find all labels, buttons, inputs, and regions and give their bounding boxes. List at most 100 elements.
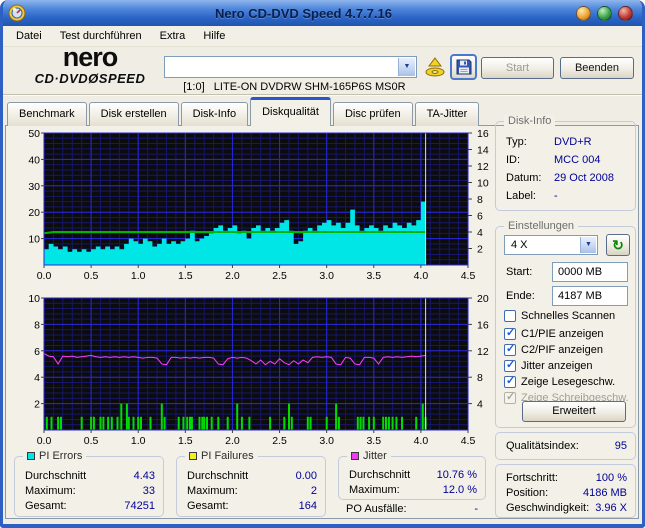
- svg-text:16: 16: [477, 319, 489, 331]
- svg-text:14: 14: [477, 145, 489, 157]
- svg-text:0.0: 0.0: [37, 270, 52, 282]
- quality-index-value: 95: [614, 440, 627, 452]
- svg-text:2: 2: [34, 399, 40, 411]
- minimize-button[interactable]: [576, 5, 591, 21]
- chevron-down-icon[interactable]: ▼: [580, 237, 596, 253]
- ende-mb-input[interactable]: 4187 MB: [552, 286, 628, 306]
- pi-errors-chart: 10 20 30 40 50 2 4 6 8 10 12 14 16 0.0 0.5 1.0 1.5 2.0 2.5…: [28, 128, 489, 282]
- checkbox-schnelles-scannen[interactable]: ✓ Schnelles Scannen: [504, 309, 615, 323]
- drive-select-value: [1:0] LITE-ON DVDRW SHM-165P6S MS0R: [183, 81, 406, 93]
- save-icon: [456, 59, 471, 75]
- pif-jitter-chart: 2 4 6 8 10 4 8 12 16 20 0.0 0.5 1.0 1.5 2.0 2.5 3.0 3.5 4.…: [28, 293, 489, 447]
- disk-id-value: MCC 004: [554, 154, 601, 166]
- tab-disc-pruefen[interactable]: Disc prüfen: [332, 102, 413, 126]
- svg-text:1.0: 1.0: [131, 270, 146, 282]
- advanced-button[interactable]: Erweitert: [522, 401, 626, 422]
- svg-text:3.5: 3.5: [366, 435, 381, 447]
- position-label: Position:: [506, 487, 549, 499]
- menu-datei[interactable]: Datei: [7, 27, 51, 45]
- ende-mb-label: Ende:: [506, 290, 535, 302]
- po-failures-label: PO Ausfälle:: [346, 503, 407, 515]
- svg-text:50: 50: [28, 128, 40, 140]
- close-button[interactable]: [618, 5, 633, 21]
- checkbox-c1-pie-anzeigen[interactable]: ✓ C1/PIE anzeigen: [504, 327, 604, 341]
- title-bar: Nero CD-DVD Speed 4.7.7.16: [3, 0, 642, 26]
- svg-text:1.0: 1.0: [131, 435, 146, 447]
- svg-text:10: 10: [28, 293, 40, 305]
- window-title: Nero CD-DVD Speed 4.7.7.16: [214, 5, 392, 21]
- checkbox-box: ✓: [504, 327, 516, 340]
- settings-title: Einstellungen: [504, 220, 579, 232]
- menu-extra[interactable]: Extra: [151, 27, 195, 45]
- nero-logo-text: nero: [62, 42, 119, 72]
- checkbox-c2-pif-anzeigen[interactable]: ✓ C2/PIF anzeigen: [504, 343, 603, 357]
- chevron-down-icon[interactable]: ▼: [398, 58, 415, 76]
- jitter-avg-label: Durchschnitt: [349, 469, 411, 481]
- checkbox-box: ✓: [504, 343, 516, 356]
- tab-diskqualitaet[interactable]: Diskqualität: [250, 97, 331, 126]
- disk-info-group: Disk-Info Typ: DVD+R ID: MCC 004 Datum: 29 …: [495, 115, 636, 211]
- pi-failures-title: PI Failures: [201, 450, 254, 462]
- eject-button[interactable]: [423, 55, 447, 79]
- svg-text:2.0: 2.0: [225, 270, 240, 282]
- quit-button[interactable]: Beenden: [560, 57, 634, 79]
- speed-select[interactable]: 4 X ▼: [504, 235, 598, 255]
- jitter-legend-swatch: [351, 452, 359, 460]
- svg-text:6: 6: [34, 346, 40, 358]
- pi-failures-avg-label: Durchschnitt: [187, 470, 249, 482]
- quality-index-label: Qualitätsindex:: [506, 440, 579, 452]
- svg-text:4: 4: [34, 372, 40, 384]
- disk-datum-value: 29 Oct 2008: [554, 172, 614, 184]
- svg-text:0.0: 0.0: [37, 435, 52, 447]
- maximize-button[interactable]: [597, 5, 612, 21]
- pi-errors-max-value: 33: [142, 485, 155, 497]
- svg-text:6: 6: [477, 211, 483, 223]
- refresh-button[interactable]: ↻: [606, 234, 630, 256]
- save-button[interactable]: [450, 54, 477, 80]
- logo-speed-text: SPEED: [98, 71, 146, 86]
- tab-disk-erstellen[interactable]: Disk erstellen: [88, 102, 179, 126]
- pi-failures-max-value: 2: [310, 485, 317, 497]
- tab-benchmark[interactable]: Benchmark: [7, 102, 87, 126]
- tab-disk-info[interactable]: Disk-Info: [180, 102, 249, 126]
- pi-errors-avg-value: 4.43: [133, 470, 155, 482]
- svg-text:0.5: 0.5: [84, 270, 99, 282]
- disk-datum-label: Datum:: [506, 172, 542, 184]
- drive-select[interactable]: [1:0] LITE-ON DVDRW SHM-165P6S MS0R ▼: [164, 56, 417, 93]
- tab-strip: Benchmark Disk erstellen Disk-Info Diskq…: [7, 97, 481, 126]
- svg-text:10: 10: [28, 234, 40, 246]
- svg-text:40: 40: [28, 154, 40, 166]
- checkbox-zeige-lesegeschw[interactable]: ✓ Zeige Lesegeschw.: [504, 375, 615, 389]
- po-failures-row: PO Ausfälle: -: [346, 503, 478, 517]
- svg-text:4.5: 4.5: [461, 435, 476, 447]
- checkbox-jitter-anzeigen[interactable]: ✓ Jitter anzeigen: [504, 359, 593, 373]
- jitter-max-label: Maximum:: [349, 484, 400, 496]
- start-mb-label: Start:: [506, 266, 533, 278]
- svg-text:2.0: 2.0: [225, 435, 240, 447]
- settings-group: Einstellungen 4 X ▼ ↻ Start: 0000 MB End…: [495, 220, 636, 428]
- pi-errors-avg-label: Durchschnitt: [25, 470, 87, 482]
- logo-cddvd-text: CD·DVD: [34, 71, 89, 86]
- svg-text:2.5: 2.5: [272, 435, 287, 447]
- svg-text:12: 12: [477, 161, 489, 173]
- geschwindigkeit-label: Geschwindigkeit:: [506, 502, 590, 514]
- quality-index-box: Qualitätsindex: 95: [495, 432, 636, 460]
- menu-hilfe[interactable]: Hilfe: [194, 27, 234, 45]
- svg-text:10: 10: [477, 178, 489, 190]
- checkbox-box: ✓: [504, 375, 516, 388]
- eject-icon: [425, 57, 445, 77]
- pi-failures-max-label: Maximum:: [187, 485, 238, 497]
- fortschritt-value: 100 %: [595, 472, 627, 484]
- start-button[interactable]: Start: [481, 57, 554, 79]
- svg-text:3.0: 3.0: [319, 270, 334, 282]
- app-window: Nero CD-DVD Speed 4.7.7.16 Datei Test du…: [0, 0, 645, 528]
- start-mb-input[interactable]: 0000 MB: [552, 262, 628, 282]
- svg-text:2.5: 2.5: [272, 270, 287, 282]
- svg-text:20: 20: [28, 207, 40, 219]
- refresh-icon: ↻: [612, 237, 624, 253]
- tab-ta-jitter[interactable]: TA-Jitter: [414, 102, 480, 126]
- disk-typ-value: DVD+R: [554, 136, 592, 148]
- nero-logo: nero CD·DVDØSPEED: [16, 42, 164, 86]
- pi-failures-group: PI Failures Durchschnitt 0.00 Maximum: 2 G…: [176, 450, 326, 517]
- svg-text:8: 8: [34, 319, 40, 331]
